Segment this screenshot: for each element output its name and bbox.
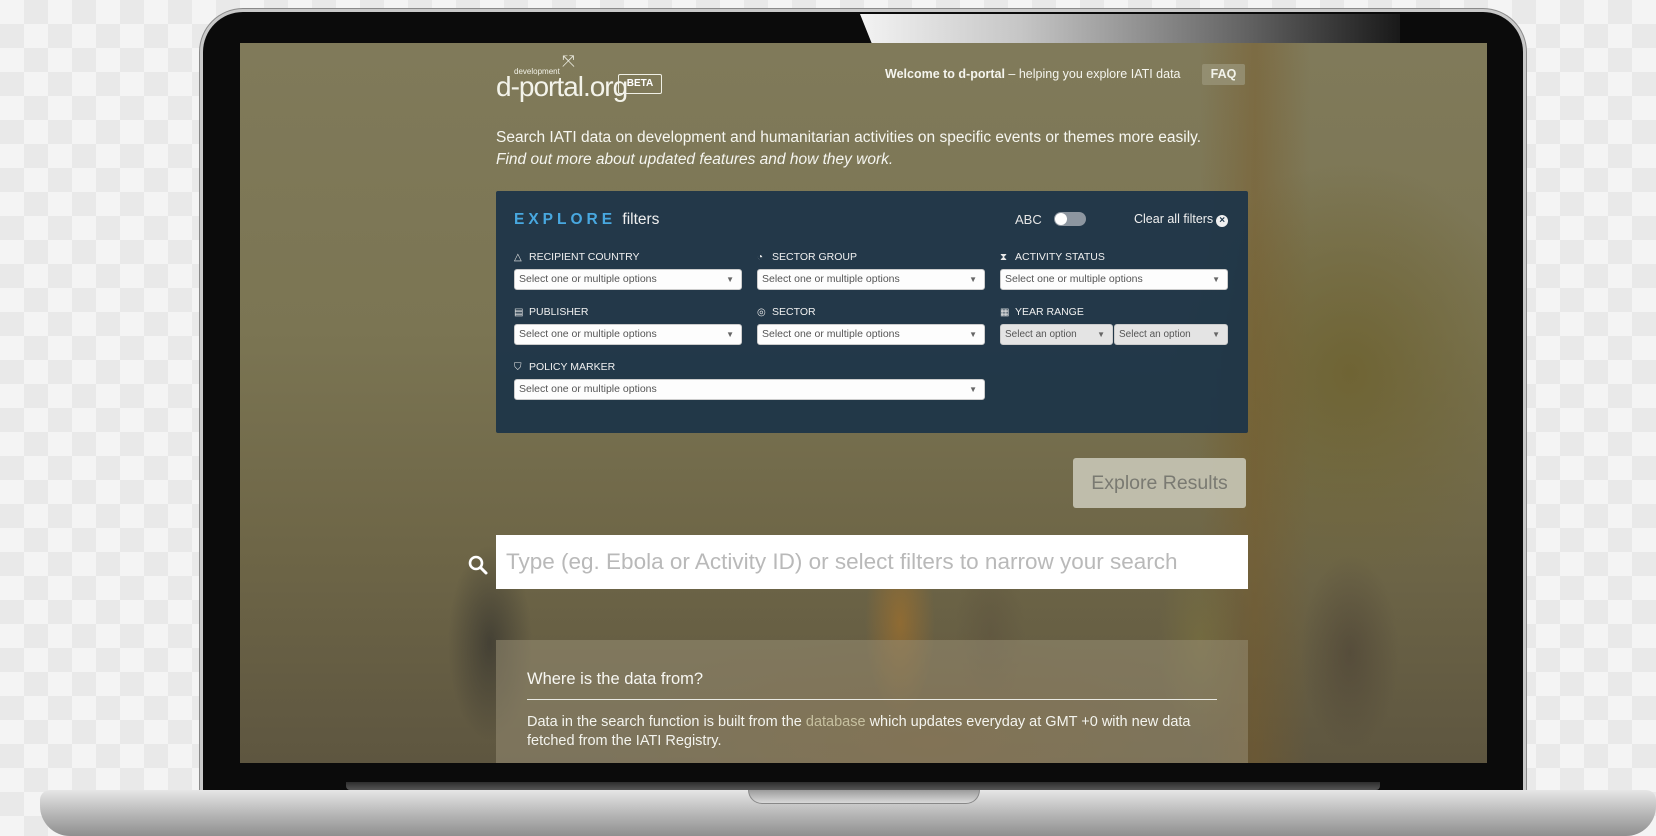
intro-link[interactable]: Find out more about updated features and… [496, 151, 893, 169]
laptop-notch [748, 790, 980, 804]
logo-arrows-icon: ⤧ [562, 53, 575, 70]
dropdown-arrow-icon: ▼ [1212, 275, 1220, 284]
dropdown-arrow-icon: ▼ [969, 275, 977, 284]
info-divider [527, 699, 1217, 700]
database-link[interactable]: database [806, 714, 866, 730]
welcome-bold: Welcome to d-portal [885, 67, 1005, 81]
sector-group-label: ◔ SECTOR GROUP [757, 251, 857, 263]
filters-word: filters [622, 211, 660, 228]
activity-status-select[interactable]: Select one or multiple options ▼ [1000, 269, 1228, 290]
dropdown-arrow-icon: ▼ [969, 385, 977, 394]
policy-marker-label: ⛉ POLICY MARKER [514, 361, 616, 373]
sector-group-select[interactable]: Select one or multiple options ▼ [757, 269, 985, 290]
welcome-text: Welcome to d-portal – helping you explor… [885, 67, 1181, 81]
filter-panel-title: EXPLORE filters [514, 211, 659, 229]
info-title: Where is the data from? [527, 670, 704, 688]
info-box: Where is the data from? Data in the sear… [496, 640, 1248, 763]
dropdown-arrow-icon: ▼ [969, 330, 977, 339]
calendar-icon: ▦ [1000, 307, 1010, 318]
recipient-country-select[interactable]: Select one or multiple options ▼ [514, 269, 742, 290]
screen: development d-portal.org ⤧ BETA Welcome … [240, 43, 1487, 763]
dropdown-arrow-icon: ▼ [1212, 330, 1220, 339]
intro-text: Search IATI data on development and huma… [496, 129, 1202, 146]
year-to-select[interactable]: Select an option ▼ [1114, 324, 1228, 345]
faq-button[interactable]: FAQ [1202, 64, 1245, 85]
publisher-select[interactable]: Select one or multiple options ▼ [514, 324, 742, 345]
clear-all-label: Clear all filters [1134, 212, 1214, 226]
clear-all-filters-button[interactable]: Clear all filters × [1134, 212, 1229, 227]
year-from-select[interactable]: Select an option ▼ [1000, 324, 1113, 345]
pie-icon: ◔ [757, 252, 764, 263]
publisher-label: ▤ PUBLISHER [514, 306, 589, 318]
abc-label: ABC [1015, 212, 1042, 227]
filter-panel: EXPLORE filters ABC Clear all filters × △… [496, 191, 1248, 433]
close-icon: × [1216, 215, 1229, 227]
hourglass-icon: ⧗ [1000, 252, 1008, 263]
dropdown-arrow-icon: ▼ [726, 330, 734, 339]
beta-badge: BETA [618, 74, 662, 94]
search-icon[interactable] [467, 554, 489, 576]
info-text: Data in the search function is built fro… [527, 714, 1191, 749]
recipient-country-label: △ RECIPIENT COUNTRY [514, 251, 640, 263]
policy-marker-select[interactable]: Select one or multiple options ▼ [514, 379, 985, 400]
activity-status-label: ⧗ ACTIVITY STATUS [1000, 251, 1105, 263]
explore-word: EXPLORE [514, 211, 617, 228]
welcome-rest: – helping you explore IATI data [1008, 67, 1181, 81]
year-range-label: ▦ YEAR RANGE [1000, 306, 1084, 318]
dropdown-arrow-icon: ▼ [1097, 330, 1105, 339]
lid-glare [860, 14, 1400, 44]
abc-toggle[interactable] [1054, 212, 1086, 226]
target-icon: ◎ [757, 307, 766, 318]
laptop-hinge [346, 782, 1380, 790]
shield-icon: ⛉ [514, 362, 522, 373]
dropdown-arrow-icon: ▼ [726, 275, 734, 284]
explore-results-button[interactable]: Explore Results [1073, 458, 1246, 508]
search-input[interactable] [496, 535, 1248, 589]
sector-select[interactable]: Select one or multiple options ▼ [757, 324, 985, 345]
document-icon: ▤ [514, 307, 524, 318]
logo-main-text: d-portal.org [496, 71, 628, 102]
sector-label: ◎ SECTOR [757, 306, 816, 318]
triangle-icon: △ [514, 252, 522, 263]
